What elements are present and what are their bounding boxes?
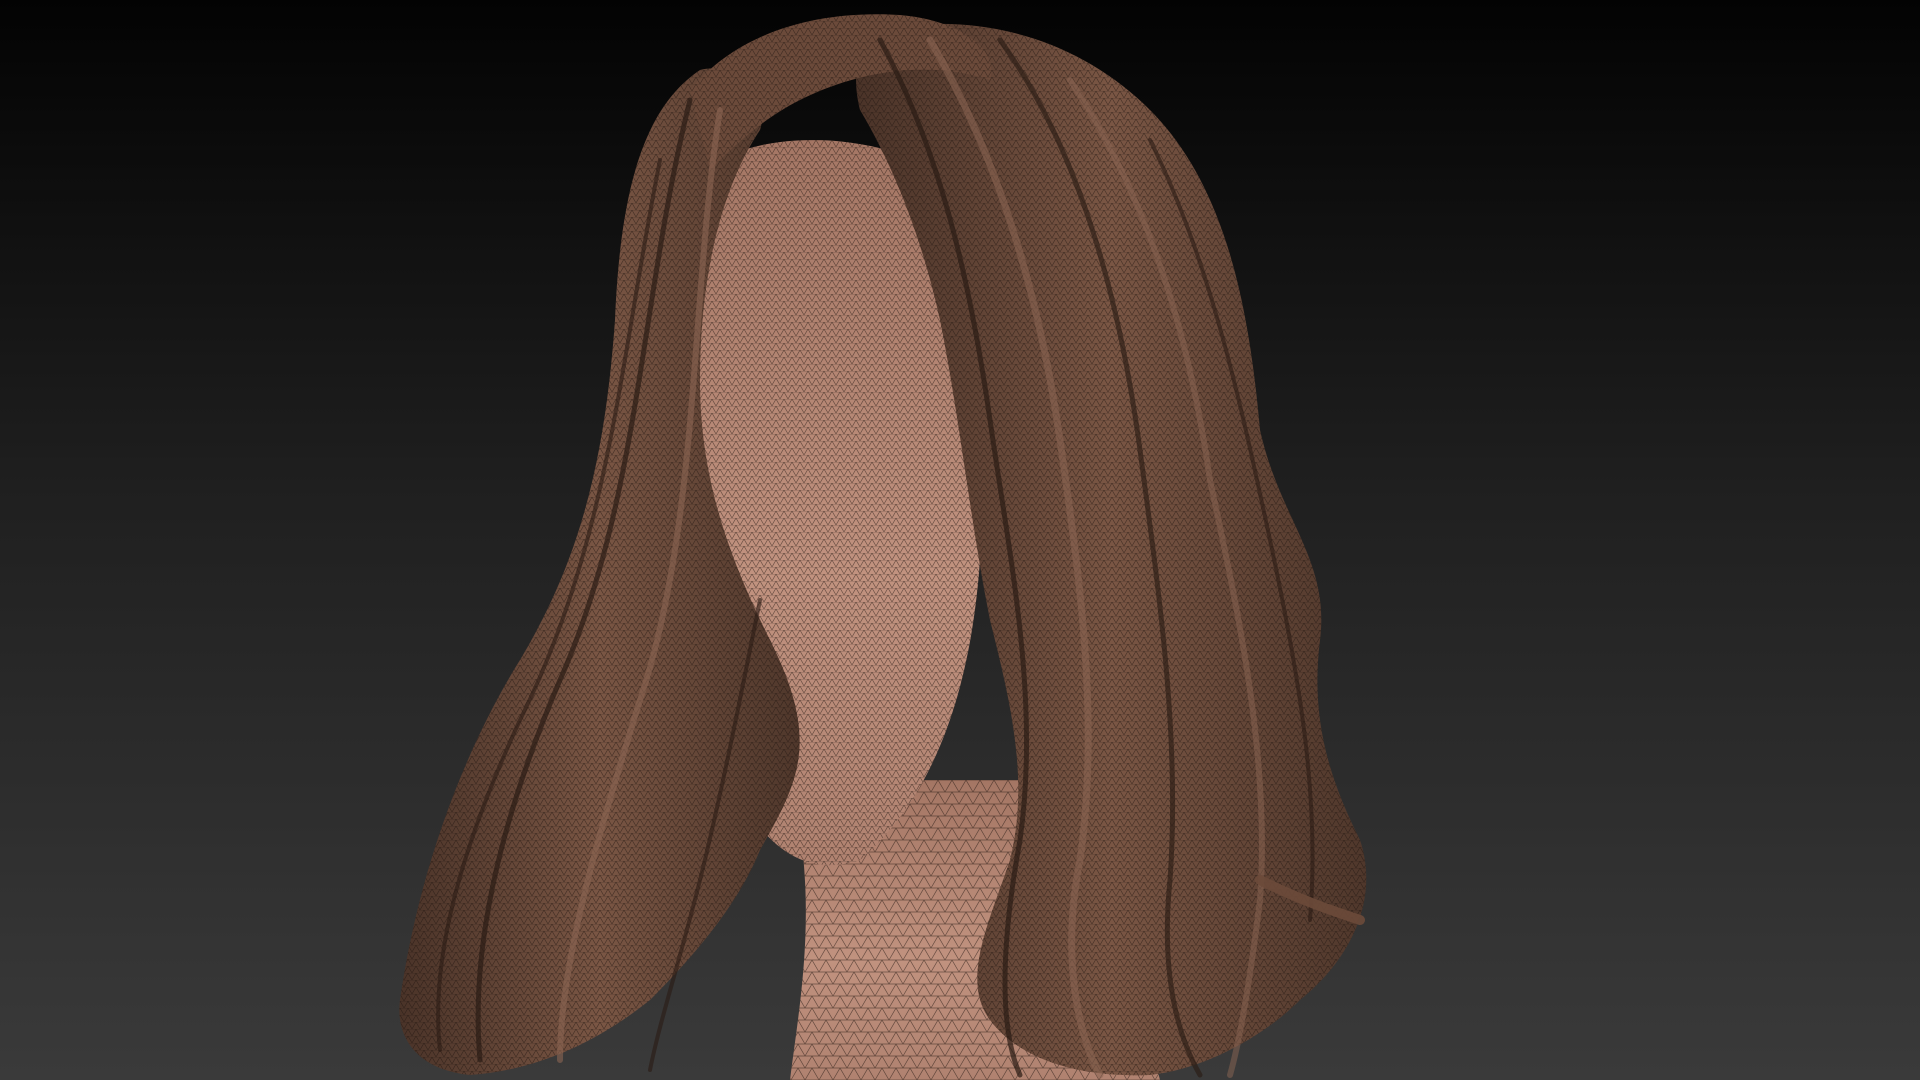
3d-viewport[interactable] <box>0 0 1920 1080</box>
hair-model-render[interactable] <box>0 0 1920 1080</box>
